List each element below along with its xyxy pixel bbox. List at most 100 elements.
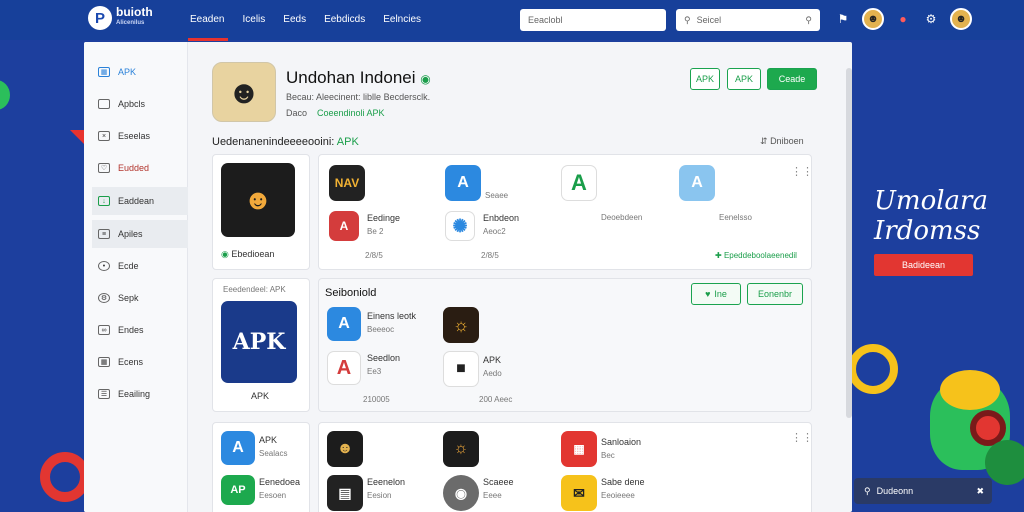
apps-card-1: NAV A Seaee A A Eenelsso ⋮⋮ A Eedinge Be…	[318, 154, 813, 270]
sidebar-label: Apbcls	[118, 99, 146, 109]
section-link[interactable]: ⇵ Dniboen	[760, 136, 804, 147]
apk-button-2[interactable]: APK	[727, 68, 761, 90]
notification-icon[interactable]: ●	[894, 12, 912, 26]
nav-item-4[interactable]: Eebdicds	[324, 14, 365, 25]
apps-card-3-left: A APK Sealacs AP Eenedoea Eesoen	[212, 422, 310, 512]
sidebar-item-recent[interactable]: • Ecde	[92, 252, 188, 280]
featured-card-apk[interactable]: Eeedendeel: APK APK APK	[212, 278, 310, 412]
verified-icon: ◉	[420, 72, 431, 86]
sidebar-item-tiles[interactable]: × Eseelas	[92, 122, 188, 150]
meta-right: Coeendinoli APK	[317, 108, 385, 118]
sidebar-item-downloads[interactable]: ↓ Eaddean	[92, 187, 188, 215]
app-meta: Aedo	[483, 369, 502, 378]
settings-icon[interactable]: ⚙	[922, 12, 940, 26]
apk-icon: ▦	[98, 67, 110, 77]
section-link-text: Dniboen	[770, 136, 804, 146]
logo-text: buioth	[116, 5, 153, 19]
clock-icon: •	[98, 261, 110, 271]
app-tile-a-blue[interactable]: A	[327, 307, 361, 341]
sidebar-label: Eaddean	[118, 196, 155, 206]
app-tile-round[interactable]: ◉	[443, 475, 479, 511]
app-tile-green[interactable]: AP	[221, 475, 255, 505]
card-footer-link[interactable]: ✚ Epeddeboolaeenedil	[715, 251, 797, 260]
featured-card-left[interactable]: ☻ ◉ Ebedioean	[212, 154, 310, 270]
app-tile-meta: Eenelsso	[719, 213, 752, 222]
follow-button[interactable]: Eonenbr	[747, 283, 803, 305]
nav-item-2[interactable]: Icelis	[242, 14, 265, 25]
app-tile-meta: Seaee	[485, 191, 509, 200]
scrollbar[interactable]	[846, 68, 852, 418]
close-icon[interactable]: ✖	[976, 486, 984, 497]
profile-avatar[interactable]: ☻	[950, 8, 972, 30]
app-subtitle: Becau: Aleecinent: liblle Becdersclk.	[286, 92, 431, 102]
app-meta: Aeoc2	[483, 227, 506, 236]
bottom-search-bar[interactable]: ⚲ Dudeonn ✖	[854, 478, 992, 504]
like-label: Ine	[714, 289, 727, 299]
app-tile-small-2[interactable]: ✺	[445, 211, 475, 241]
sidebar-label: Eseelas	[118, 131, 151, 141]
app-tile-small-1[interactable]: A	[329, 211, 359, 241]
promo-button[interactable]: Badideean	[874, 254, 973, 276]
search-input-secondary[interactable]: ⚲ Seicel ⚲	[676, 9, 820, 31]
app-icon: ☻	[212, 62, 276, 122]
sidebar-item-favorites[interactable]: ♡ Eudded	[92, 154, 188, 182]
apps-card-2: Seiboniold ♥ Ine Eonenbr A Einens leotk B…	[318, 278, 812, 412]
app-tile-mask[interactable]: ☼	[443, 307, 479, 343]
sidebar-item-settings[interactable]: ☰ Eeailing	[92, 380, 188, 408]
app-footer-2: 2/8/5	[481, 251, 499, 260]
featured-app-row: ◉ Ebedioean	[221, 249, 274, 260]
app-tile-phone[interactable]: ■	[443, 351, 479, 387]
search-input-primary[interactable]: Eeaclobl	[520, 9, 666, 31]
check-icon: ◉	[221, 249, 229, 259]
app-tile-a-light[interactable]: A	[679, 165, 715, 201]
sidebar-item-apps[interactable]: Apbcls	[92, 90, 188, 118]
app-tile-grid[interactable]: ▦	[561, 431, 597, 467]
nav-item-5[interactable]: Eelncies	[383, 14, 421, 25]
search-icon: ⚲	[684, 14, 691, 25]
app-tile-chat[interactable]: ✉	[561, 475, 597, 511]
more-options-icon[interactable]: ⋮⋮	[791, 431, 813, 444]
section-title-tag: APK	[336, 136, 359, 148]
sidebar-item-grid[interactable]: ▦ Ecens	[92, 348, 188, 376]
user-avatar[interactable]: ☻	[862, 8, 884, 30]
meta-left: Daco	[286, 108, 308, 118]
app-tile-character[interactable]: ☻	[327, 431, 363, 467]
app-tile-a-blue[interactable]: A	[445, 165, 481, 201]
app-meta: Daco Coeendinoli APK	[286, 108, 385, 118]
settings-icon: ☰	[98, 389, 110, 399]
app-name: Deoebdeen	[601, 213, 643, 222]
create-button[interactable]: Ceade	[767, 68, 817, 90]
bg-green-arc	[0, 80, 10, 110]
app-name: Eenedoea	[259, 477, 301, 487]
nav-item-3[interactable]: Eeds	[283, 14, 306, 25]
bg-red-ring	[40, 452, 90, 502]
app-tile-a-green[interactable]: A	[561, 165, 597, 201]
apk-button-1[interactable]: APK	[690, 68, 720, 90]
app-tile-nav[interactable]: NAV	[329, 165, 365, 201]
app-tile-dark[interactable]: ▤	[327, 475, 363, 511]
app-name: Sabe dene	[601, 477, 645, 487]
app-meta: Eesion	[367, 491, 392, 500]
logo-subtitle: Alicenilus	[116, 20, 145, 26]
sidebar-label: Eudded	[118, 163, 150, 173]
section-title-text: Uedenanenindeeeeooini:	[212, 136, 335, 148]
sidebar-item-gear[interactable]: ⚙ Sepk	[92, 284, 188, 312]
apps-card-3: ☻ ☼ ▦ Sanloaion Bec ⋮⋮ ▤ Eeenelon Eesion…	[318, 422, 813, 512]
sidebar-item-apk[interactable]: ▦ APK	[92, 58, 188, 86]
brand-logo[interactable]: P buioth Alicenilus	[88, 6, 153, 30]
like-button[interactable]: ♥ Ine	[691, 283, 741, 305]
app-tile-a-blue[interactable]: A	[221, 431, 255, 465]
app-tile-a-red[interactable]: A	[327, 351, 361, 385]
nav-item-1[interactable]: Eeaden	[190, 14, 224, 25]
sidebar-label: Sepk	[118, 293, 139, 303]
sidebar-item-list[interactable]: ≡ Apiles	[92, 220, 188, 248]
featured-app-icon: ☻	[221, 163, 295, 237]
app-name: APK	[259, 435, 278, 445]
link-icon: ∞	[98, 325, 110, 335]
bell-icon[interactable]: ⚑	[834, 12, 852, 26]
more-options-icon[interactable]: ⋮⋮	[791, 165, 813, 178]
app-tile-mask-2[interactable]: ☼	[443, 431, 479, 467]
bg-red-triangle	[70, 130, 84, 144]
featured-label: Eeedendeel: APK	[223, 285, 286, 294]
sidebar-item-link[interactable]: ∞ Endes	[92, 316, 188, 344]
